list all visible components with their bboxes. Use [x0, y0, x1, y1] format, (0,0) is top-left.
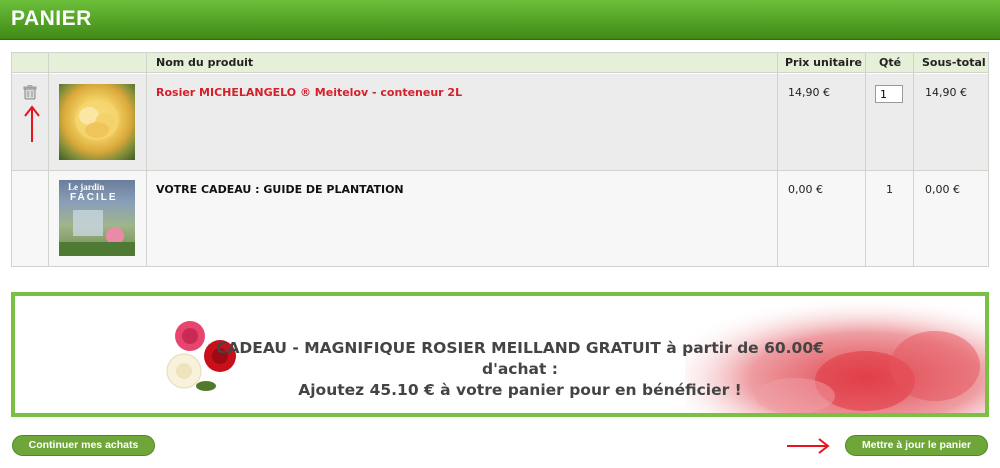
product-image-rose[interactable] — [59, 84, 135, 160]
cart-table: Nom du produit Prix unitaire Qté Sous-to… — [11, 52, 989, 267]
update-cart-button[interactable]: Mettre à jour le panier — [845, 435, 988, 456]
subtotal: 14,90 € — [925, 86, 967, 99]
promo-line-2: Ajoutez 45.10 € à votre panier pour en b… — [298, 381, 742, 399]
header-qty: Qté — [879, 56, 902, 69]
cart-table-header: Nom du produit Prix unitaire Qté Sous-to… — [12, 53, 988, 73]
arrow-up-icon — [24, 105, 40, 142]
header-subtotal: Sous-total — [922, 56, 986, 69]
page-header: PANIER — [0, 0, 1000, 40]
arrow-right-icon — [787, 438, 830, 454]
product-name-link[interactable]: Rosier MICHELANGELO ® Meitelov - contene… — [156, 86, 462, 99]
unit-price: 14,90 € — [788, 86, 830, 99]
subtotal: 0,00 € — [925, 183, 960, 196]
promo-line-1: CADEAU - MAGNIFIQUE ROSIER MEILLAND GRAT… — [216, 339, 824, 378]
table-row: Rosier MICHELANGELO ® Meitelov - contene… — [12, 74, 988, 171]
table-row: Le jardin FACILE VOTRE CADEAU : GUIDE DE… — [12, 171, 988, 266]
header-product: Nom du produit — [156, 56, 254, 69]
promo-banner: CADEAU - MAGNIFIQUE ROSIER MEILLAND GRAT… — [11, 292, 989, 417]
quantity-input[interactable] — [875, 85, 903, 103]
header-unit-price: Prix unitaire — [785, 56, 862, 69]
page-title: PANIER — [11, 7, 92, 30]
unit-price: 0,00 € — [788, 183, 823, 196]
product-image-guide[interactable]: Le jardin FACILE — [59, 180, 135, 256]
delete-icon[interactable] — [23, 85, 37, 100]
product-name: VOTRE CADEAU : GUIDE DE PLANTATION — [156, 183, 404, 196]
continue-shopping-button[interactable]: Continuer mes achats — [12, 435, 155, 456]
quantity-value: 1 — [886, 183, 893, 196]
promo-text: CADEAU - MAGNIFIQUE ROSIER MEILLAND GRAT… — [195, 338, 845, 401]
